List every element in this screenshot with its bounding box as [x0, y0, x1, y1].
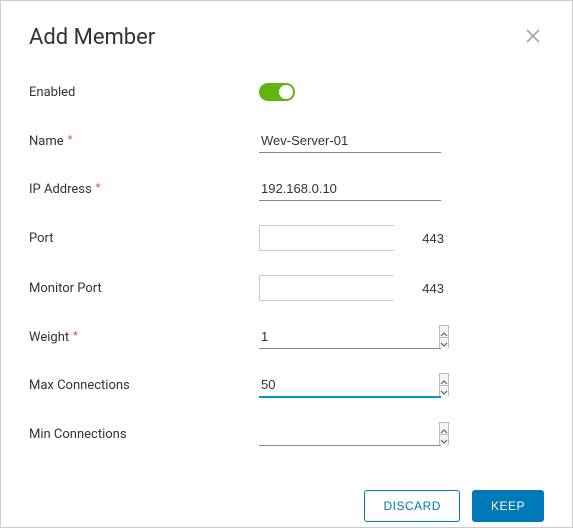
row-port: Port: [29, 225, 544, 251]
label-monitor-port: Monitor Port: [29, 281, 259, 296]
label-enabled: Enabled: [29, 85, 259, 100]
label-min-conn: Min Connections: [29, 427, 259, 442]
min-conn-stepper: [439, 422, 449, 445]
keep-button[interactable]: Keep: [472, 490, 544, 522]
toggle-knob: [279, 85, 293, 99]
row-monitor-port: Monitor Port: [29, 275, 544, 301]
weight-stepper: [439, 325, 449, 348]
min-conn-input[interactable]: [259, 422, 439, 445]
enabled-toggle[interactable]: [259, 83, 295, 101]
modal-header: Add Member: [29, 25, 544, 51]
label-weight: Weight*: [29, 330, 259, 345]
close-button[interactable]: [522, 25, 544, 51]
row-max-conn: Max Connections: [29, 373, 544, 398]
label-max-conn: Max Connections: [29, 378, 259, 393]
max-conn-stepper: [439, 373, 449, 396]
row-enabled: Enabled: [29, 83, 544, 101]
chevron-down-icon: [440, 383, 448, 398]
row-name: Name*: [29, 129, 544, 153]
discard-button[interactable]: Discard: [364, 490, 460, 522]
row-ip: IP Address*: [29, 177, 544, 201]
label-name: Name*: [29, 134, 259, 149]
modal-title: Add Member: [29, 25, 155, 50]
label-ip: IP Address*: [29, 182, 259, 197]
modal-footer: Discard Keep: [29, 470, 544, 522]
chevron-down-icon: [440, 335, 448, 350]
row-weight: Weight*: [29, 325, 544, 349]
add-member-modal: Add Member Enabled Name* IP Address*: [1, 1, 572, 527]
form-body: Enabled Name* IP Address* Port: [29, 83, 544, 470]
chevron-down-icon: [440, 432, 448, 447]
max-conn-step-down[interactable]: [440, 385, 448, 394]
ip-input[interactable]: [259, 177, 441, 201]
close-icon: [526, 30, 540, 47]
name-input[interactable]: [259, 129, 441, 153]
max-conn-input[interactable]: [259, 373, 439, 396]
port-input[interactable]: [260, 226, 452, 250]
min-conn-step-down[interactable]: [440, 434, 448, 443]
weight-step-down[interactable]: [440, 337, 448, 346]
monitor-port-input[interactable]: [260, 276, 452, 300]
weight-input[interactable]: [259, 325, 439, 348]
row-min-conn: Min Connections: [29, 422, 544, 446]
label-port: Port: [29, 231, 259, 246]
